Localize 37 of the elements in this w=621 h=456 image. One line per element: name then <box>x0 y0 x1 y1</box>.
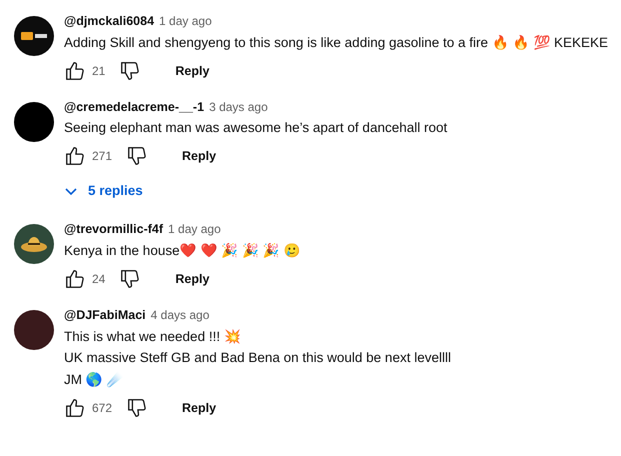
comment-time[interactable]: 4 days ago <box>150 308 210 322</box>
avatar[interactable] <box>14 16 54 56</box>
author-name[interactable]: @trevormillic-f4f <box>64 222 164 236</box>
reply-button[interactable]: Reply <box>167 268 218 290</box>
author-name[interactable]: @DJFabiMaci <box>64 308 146 322</box>
comment-text: UK massive Steff GB and Bad Bena on this would be next levellll <box>64 350 451 365</box>
replies-button[interactable]: 5 replies <box>64 177 448 204</box>
author-name[interactable]: @djmckali6084 <box>64 14 154 28</box>
thumbs-down-icon[interactable] <box>126 145 148 167</box>
thumbs-down-icon[interactable] <box>119 268 142 290</box>
logo-icon <box>21 32 47 40</box>
comment-time[interactable]: 3 days ago <box>209 100 268 114</box>
comment-text: Seeing elephant man was awesome he’s apart of dancehall root <box>64 120 448 135</box>
reply-button[interactable]: Reply <box>174 397 224 419</box>
comment-text: JM 🌎 ☄ <box>64 371 124 387</box>
comment-text: Kenya in the house❤ ❤ 🎉 🎉 🎉 🥲 <box>64 242 300 258</box>
author-name[interactable]: @cremedelacreme-__-1 <box>64 100 204 114</box>
thumbs-up-icon[interactable] <box>64 145 86 167</box>
like-count: 21 <box>92 64 106 78</box>
like-count: 271 <box>92 149 112 163</box>
thumbs-up-icon[interactable] <box>64 397 86 419</box>
thumbs-down-icon[interactable] <box>126 397 148 419</box>
comment-text: Adding Skill and shengyeng to this song is like adding gasoline to a fire 🔥 🔥 💯 KEKEKE <box>64 34 608 50</box>
comment-text: This is what we needed !!! 💥 <box>64 328 242 344</box>
reply-button[interactable]: Reply <box>174 145 224 167</box>
reply-button[interactable]: Reply <box>167 60 218 82</box>
thumbs-up-icon[interactable] <box>64 60 86 82</box>
comment-time[interactable]: 1 day ago <box>159 14 212 28</box>
avatar[interactable] <box>14 224 54 264</box>
thumbs-down-icon[interactable] <box>119 60 142 82</box>
like-count: 672 <box>92 401 112 415</box>
thumbs-up-icon[interactable] <box>64 268 86 290</box>
comment-time[interactable]: 1 day ago <box>168 222 221 236</box>
like-count: 24 <box>92 272 106 286</box>
photo-placeholder[interactable] <box>14 310 54 350</box>
avatar[interactable] <box>14 102 54 142</box>
hat-icon <box>20 235 48 253</box>
